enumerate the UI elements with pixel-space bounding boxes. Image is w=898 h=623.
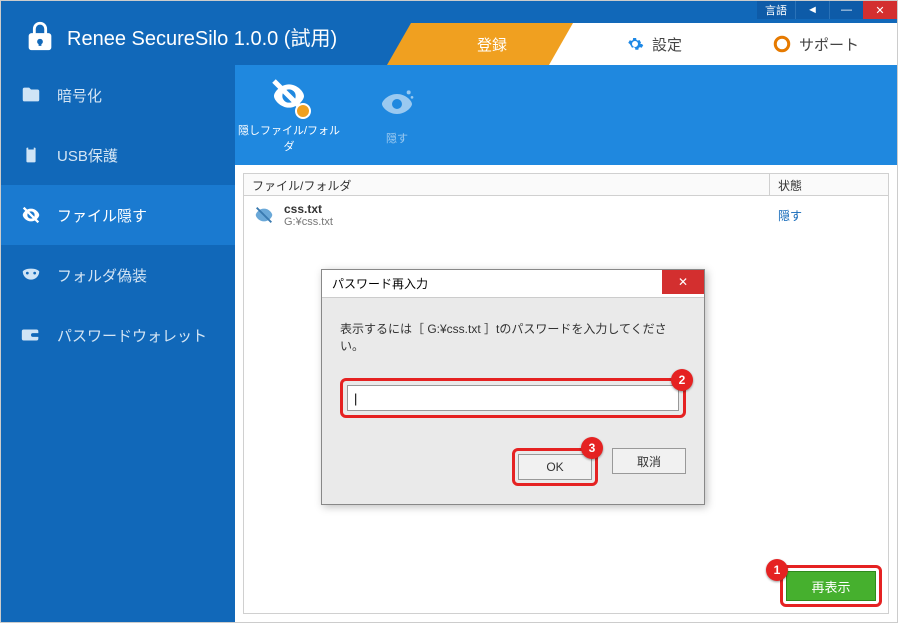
mask-icon	[19, 263, 43, 287]
app-logo-area: Renee SecureSilo 1.0.0 (試用)	[1, 19, 337, 53]
file-path: G:¥css.txt	[284, 216, 333, 228]
dialog-close-button[interactable]: ✕	[662, 270, 704, 294]
folder-lock-icon	[19, 83, 43, 107]
password-highlight: 2	[340, 378, 686, 418]
sidebar: 暗号化 USB保護 ファイル隠す フォルダ偽装 パスワードウォレット	[1, 65, 235, 622]
sidebar-item-label: 暗号化	[57, 85, 102, 106]
reshow-button[interactable]: 再表示	[786, 571, 876, 601]
password-input[interactable]	[347, 385, 679, 411]
sidebar-item-label: パスワードウォレット	[57, 325, 207, 346]
table-row[interactable]: css.txt G:¥css.txt 隠す	[244, 196, 888, 234]
dialog-title-bar[interactable]: パスワード再入力 ✕	[322, 270, 704, 298]
dialog-button-row: OK 3 取消	[340, 448, 686, 486]
app-title: Renee SecureSilo 1.0.0 (試用)	[67, 22, 337, 51]
minimize-button[interactable]: —	[829, 1, 863, 19]
sidebar-item-wallet[interactable]: パスワードウォレット	[1, 305, 235, 365]
gear-icon	[626, 35, 644, 53]
ok-highlight: OK 3	[512, 448, 598, 486]
reshow-highlight: 再表示	[780, 565, 882, 607]
dialog-message: 表示するには［ G:¥css.txt ］tのパスワードを入力してください。	[340, 320, 686, 354]
badge-dot-icon	[295, 103, 311, 119]
sidebar-item-hidefile[interactable]: ファイル隠す	[1, 185, 235, 245]
sidebar-item-label: USB保護	[57, 145, 118, 166]
sidebar-item-usb[interactable]: USB保護	[1, 125, 235, 185]
tab-support[interactable]: サポート	[735, 23, 897, 65]
eye-slash-icon	[19, 203, 43, 227]
sidebar-item-disguise[interactable]: フォルダ偽装	[1, 245, 235, 305]
tab-label: 設定	[652, 34, 682, 55]
cancel-button[interactable]: 取消	[612, 448, 686, 474]
tab-label: サポート	[799, 34, 859, 55]
eye-sparkle-icon	[377, 84, 417, 124]
wallet-icon	[19, 323, 43, 347]
tab-label: 登録	[477, 34, 507, 55]
tool-hide[interactable]: 隠す	[343, 65, 451, 165]
lifebuoy-icon	[773, 35, 791, 53]
header-tabs: 登録 設定 サポート	[411, 23, 897, 65]
callout-1: 1	[766, 559, 788, 581]
sidebar-item-label: フォルダ偽装	[57, 265, 147, 286]
toolbar: 隠しファイル/フォルダ 隠す	[235, 65, 897, 165]
usb-icon	[19, 143, 43, 167]
tool-label: 隠しファイル/フォルダ	[235, 122, 343, 154]
sidebar-item-encrypt[interactable]: 暗号化	[1, 65, 235, 125]
window-close-button[interactable]: ✕	[863, 1, 897, 19]
ok-button[interactable]: OK	[518, 454, 592, 480]
tab-settings[interactable]: 設定	[573, 23, 735, 65]
tool-label: 隠す	[386, 130, 408, 146]
dialog-title: パスワード再入力	[332, 275, 428, 292]
password-dialog: パスワード再入力 ✕ 表示するには［ G:¥css.txt ］tのパスワードを入…	[321, 269, 705, 505]
hidden-file-icon	[252, 203, 276, 227]
window-system-bar: 言語 ◄ — ✕	[757, 1, 897, 19]
sidebar-item-label: ファイル隠す	[57, 205, 147, 226]
file-state-link[interactable]: 隠す	[770, 207, 888, 224]
back-button[interactable]: ◄	[795, 1, 829, 19]
language-menu[interactable]: 言語	[757, 1, 795, 19]
list-header: ファイル/フォルダ 状態	[244, 174, 888, 196]
callout-3: 3	[581, 437, 603, 459]
callout-2: 2	[671, 369, 693, 391]
file-name: css.txt	[284, 202, 333, 216]
lock-icon	[23, 19, 57, 53]
tool-hide-file-folder[interactable]: 隠しファイル/フォルダ	[235, 65, 343, 165]
column-header-state[interactable]: 状態	[770, 174, 888, 195]
column-header-file[interactable]: ファイル/フォルダ	[244, 174, 770, 195]
dialog-body: 表示するには［ G:¥css.txt ］tのパスワードを入力してください。 2 …	[322, 298, 704, 504]
